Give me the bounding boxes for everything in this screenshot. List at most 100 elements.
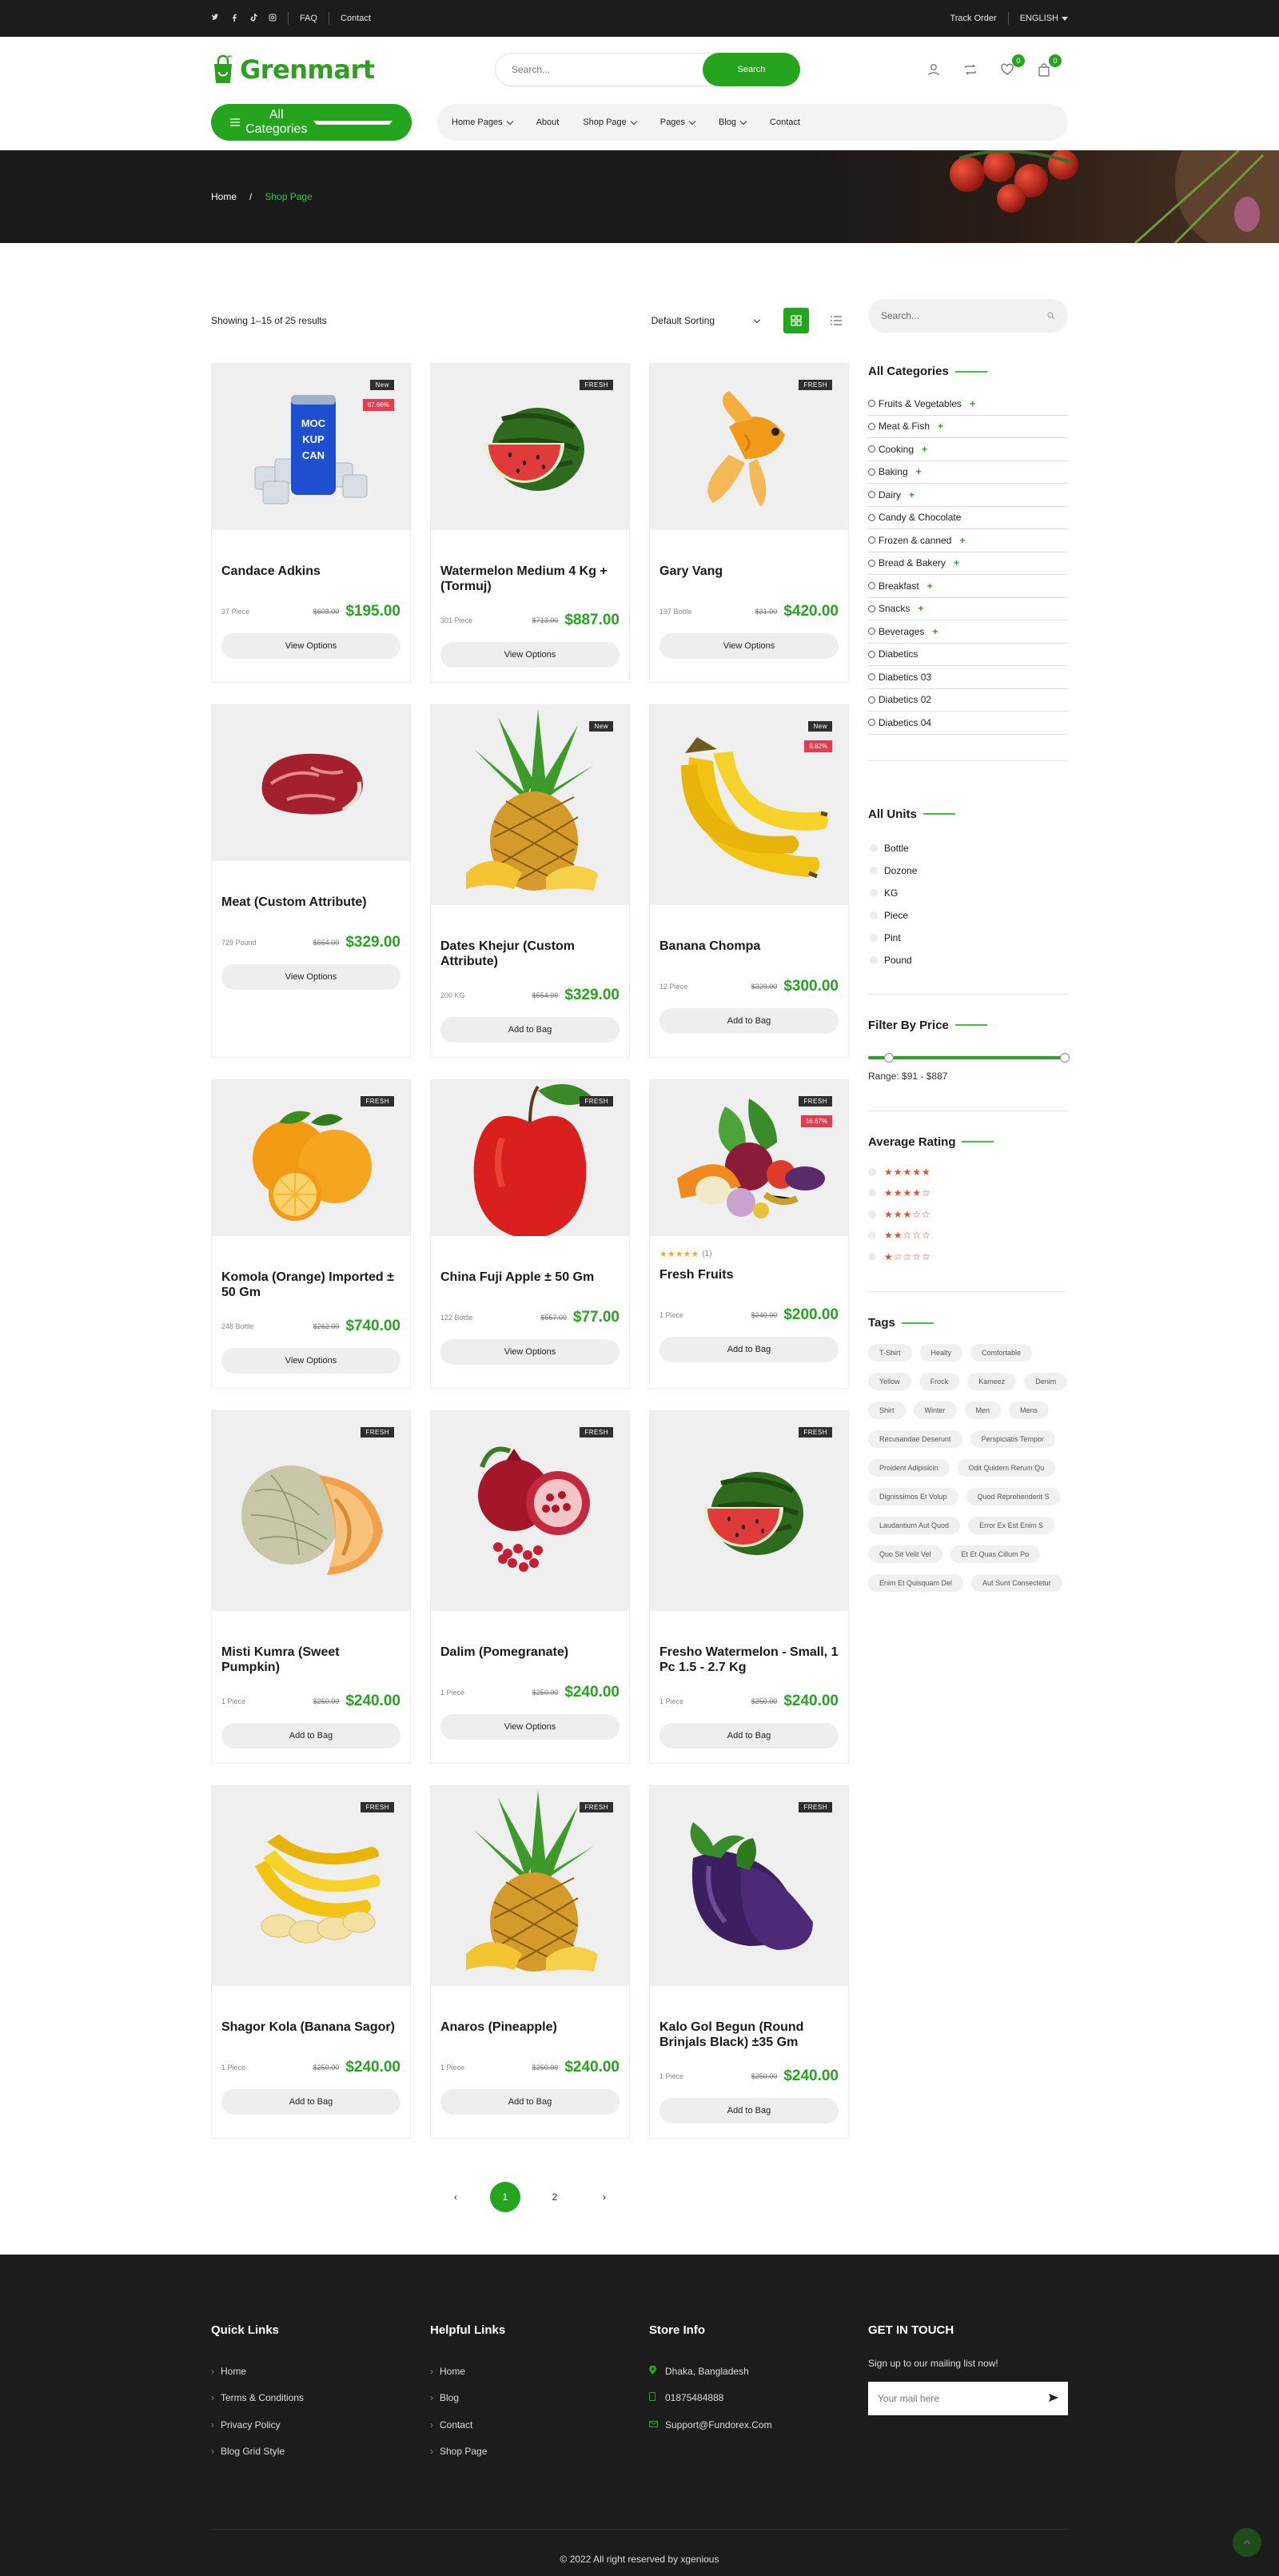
all-categories-button[interactable]: All Categories	[211, 104, 412, 141]
quick-link[interactable]: › Blog Grid Style	[211, 2438, 430, 2466]
tag-chip[interactable]: Dignissimos Et Volup	[868, 1488, 958, 1505]
facebook-icon[interactable]	[230, 14, 238, 24]
next-page-button[interactable]: ›	[589, 2182, 620, 2212]
product-image[interactable]: FRESH	[431, 1080, 629, 1236]
product-name[interactable]: China Fuji Apple ± 50 Gm	[440, 1270, 620, 1285]
radio-icon[interactable]	[868, 650, 875, 658]
quick-link[interactable]: › Privacy Policy	[211, 2411, 430, 2438]
product-card[interactable]: FRESH China Fuji Apple ± 50 Gm 122 Bottle $…	[430, 1079, 630, 1389]
radio-icon[interactable]	[868, 400, 875, 408]
product-name[interactable]: Fresh Fruits	[659, 1267, 839, 1282]
checkbox-icon[interactable]	[870, 911, 878, 919]
menu-item-shop-page[interactable]: Shop Page	[583, 118, 638, 127]
add-to-bag-button[interactable]: Add to Bag	[221, 2089, 400, 2115]
product-card[interactable]: FRESH Gary Vang 197 Bottle $31.00 $420.00 Vie…	[649, 363, 849, 683]
category-item[interactable]: Meat & Fish +	[868, 416, 1068, 438]
unit-filter-item[interactable]: Pound	[868, 949, 1068, 971]
product-name[interactable]: Gary Vang	[659, 564, 839, 579]
radio-icon[interactable]	[868, 445, 875, 453]
category-item[interactable]: Bread & Bakery +	[868, 552, 1068, 575]
radio-icon[interactable]	[868, 422, 875, 430]
view-options-button[interactable]: View Options	[221, 1348, 400, 1374]
product-card[interactable]: FRESH Shagor Kola (Banana Sagor) 1 Piece $2…	[211, 1785, 411, 2139]
expand-plus-icon[interactable]: +	[954, 557, 959, 568]
tag-chip[interactable]: Quo Sit Velit Vel	[868, 1545, 942, 1563]
add-to-bag-button[interactable]: Add to Bag	[440, 2089, 620, 2115]
product-image[interactable]: FRESH	[650, 1411, 848, 1611]
price-max-handle[interactable]	[1060, 1052, 1070, 1063]
category-item[interactable]: Diabetics	[868, 644, 1068, 666]
tag-chip[interactable]: Aut Sunt Consectetur	[971, 1574, 1062, 1592]
product-image[interactable]: FRESH	[650, 364, 848, 530]
unit-filter-item[interactable]: KG	[868, 882, 1068, 904]
radio-icon[interactable]	[868, 559, 875, 567]
checkbox-icon[interactable]	[870, 866, 878, 875]
product-name[interactable]: Watermelon Medium 4 Kg + (Tormuj)	[440, 564, 620, 594]
radio-icon[interactable]	[868, 513, 875, 521]
radio-icon[interactable]	[868, 468, 875, 476]
helpful-link[interactable]: › Shop Page	[430, 2438, 649, 2466]
product-name[interactable]: Misti Kumra (Sweet Pumpkin)	[221, 1645, 400, 1675]
email-input[interactable]: Your mail here	[878, 2393, 939, 2404]
menu-item-home-pages[interactable]: Home Pages	[452, 118, 513, 127]
product-card[interactable]: FRESH Komola (Orange) Imported ± 50 Gm 248…	[211, 1079, 411, 1389]
unit-filter-item[interactable]: Bottle	[868, 837, 1068, 859]
product-name[interactable]: Dalim (Pomegranate)	[440, 1645, 620, 1660]
send-icon[interactable]	[1049, 2393, 1058, 2404]
checkbox-icon[interactable]	[868, 1210, 876, 1218]
product-image[interactable]: FRESH	[212, 1786, 410, 1986]
twitter-icon[interactable]	[211, 13, 219, 24]
breadcrumb-home[interactable]: Home	[211, 191, 237, 202]
add-to-bag-button[interactable]: Add to Bag	[659, 1337, 839, 1362]
sort-dropdown[interactable]: Default Sorting	[651, 315, 761, 326]
checkbox-icon[interactable]	[870, 933, 878, 942]
product-image[interactable]: FRESH 16.67%	[650, 1080, 848, 1236]
category-item[interactable]: Baking +	[868, 461, 1068, 484]
language-select[interactable]: ENGLISH	[1020, 14, 1068, 23]
helpful-link[interactable]: › Blog	[430, 2385, 649, 2412]
price-min-handle[interactable]	[884, 1052, 894, 1063]
product-image[interactable]: FRESH	[431, 1411, 629, 1611]
compare-icon[interactable]	[962, 62, 978, 78]
tag-chip[interactable]: Healty	[919, 1344, 963, 1362]
expand-plus-icon[interactable]: +	[938, 421, 943, 432]
instagram-icon[interactable]	[269, 14, 277, 24]
product-image[interactable]: FRESH	[650, 1786, 848, 1986]
category-item[interactable]: Dairy +	[868, 484, 1068, 507]
category-item[interactable]: Candy & Chocolate	[868, 507, 1068, 529]
tag-chip[interactable]: Recusandae Deserunt	[868, 1430, 962, 1448]
tag-chip[interactable]: Quod Reprehenderit S	[966, 1488, 1061, 1505]
product-image[interactable]	[212, 705, 410, 861]
radio-icon[interactable]	[868, 673, 875, 681]
category-item[interactable]: Diabetics 02	[868, 689, 1068, 712]
product-name[interactable]: Komola (Orange) Imported ± 50 Gm	[221, 1270, 400, 1300]
view-options-button[interactable]: View Options	[221, 964, 400, 990]
contact-link[interactable]: Contact	[341, 14, 371, 23]
tag-chip[interactable]: Kameez	[967, 1373, 1017, 1390]
view-options-button[interactable]: View Options	[659, 633, 839, 659]
category-item[interactable]: Diabetics 04	[868, 712, 1068, 735]
sidebar-search[interactable]: Search...	[868, 299, 1068, 333]
unit-filter-item[interactable]: Dozone	[868, 859, 1068, 882]
radio-icon[interactable]	[868, 696, 875, 704]
cart-bag-icon[interactable]: 0	[1036, 54, 1062, 78]
view-options-button[interactable]: View Options	[440, 1714, 620, 1740]
checkbox-icon[interactable]	[868, 1189, 876, 1198]
product-image[interactable]: FRESH	[212, 1080, 410, 1236]
rating-filter-item[interactable]: ★★★★★	[868, 1162, 1068, 1183]
expand-plus-icon[interactable]: +	[959, 535, 965, 546]
rating-filter-item[interactable]: ★★★☆☆	[868, 1204, 1068, 1226]
expand-plus-icon[interactable]: +	[916, 466, 922, 477]
product-card[interactable]: FRESH Misti Kumra (Sweet Pumpkin) 1 Piece $…	[211, 1410, 411, 1764]
product-image[interactable]: FRESH	[431, 364, 629, 530]
helpful-link[interactable]: › Contact	[430, 2411, 649, 2438]
product-name[interactable]: Anaros (Pineapple)	[440, 2020, 620, 2035]
tag-chip[interactable]: Laudantium Aut Quod	[868, 1517, 961, 1534]
helpful-link[interactable]: › Home	[430, 2358, 649, 2385]
logo[interactable]: Grenmart	[211, 54, 495, 85]
product-card[interactable]: FRESH Anaros (Pineapple) 1 Piece $250.00 $24…	[430, 1785, 630, 2139]
rating-filter-item[interactable]: ★★★★☆	[868, 1182, 1068, 1204]
prev-page-button[interactable]: ‹	[440, 2182, 471, 2212]
radio-icon[interactable]	[868, 582, 875, 590]
product-card[interactable]: FRESH Kalo Gol Begun (Round Brinjals Blac…	[649, 1785, 849, 2139]
